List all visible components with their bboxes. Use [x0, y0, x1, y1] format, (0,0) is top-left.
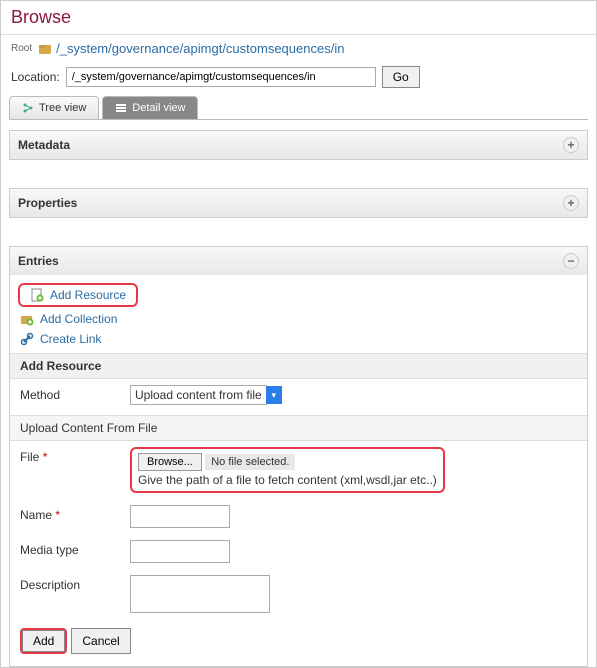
browse-button[interactable]: Browse...: [138, 453, 202, 471]
file-hint: Give the path of a file to fetch content…: [138, 473, 437, 487]
tab-detail-label: Detail view: [132, 102, 185, 114]
description-label: Description: [20, 575, 130, 592]
entries-title: Entries: [18, 254, 59, 268]
add-resource-icon: [30, 288, 44, 302]
tab-detail-view[interactable]: Detail view: [102, 96, 198, 119]
root-icon: [38, 42, 52, 56]
properties-header[interactable]: Properties +: [10, 189, 587, 217]
add-resource-label: Add Resource: [50, 288, 126, 302]
minus-icon[interactable]: −: [563, 253, 579, 269]
media-type-label: Media type: [20, 540, 130, 557]
add-resource-form-title: Add Resource: [10, 353, 587, 379]
name-label: Name *: [20, 505, 130, 522]
chevron-down-icon[interactable]: ▾: [266, 386, 282, 404]
cancel-button[interactable]: Cancel: [71, 628, 130, 654]
description-textarea[interactable]: [130, 575, 270, 613]
create-link-label: Create Link: [40, 332, 101, 346]
metadata-header[interactable]: Metadata +: [10, 131, 587, 159]
go-button[interactable]: Go: [382, 66, 420, 88]
page-title: Browse: [1, 1, 596, 35]
tree-icon: [22, 102, 34, 114]
location-input[interactable]: [66, 67, 376, 87]
tabs: Tree view Detail view: [9, 96, 588, 120]
location-row: Location: Go: [1, 62, 596, 96]
create-link-icon: [20, 332, 34, 346]
add-collection-link[interactable]: Add Collection: [10, 309, 587, 329]
file-status: No file selected.: [205, 454, 295, 470]
add-collection-icon: [20, 312, 34, 326]
add-resource-link[interactable]: Add Resource: [20, 285, 136, 305]
breadcrumb-row: Root /_system/governance/apimgt/customse…: [1, 35, 596, 62]
method-select[interactable]: Upload content from file: [130, 385, 267, 405]
plus-icon[interactable]: +: [563, 137, 579, 153]
upload-content-header: Upload Content From File: [10, 415, 587, 441]
properties-section: Properties +: [9, 188, 588, 218]
file-label: File *: [20, 447, 130, 464]
root-label: Root: [11, 43, 32, 54]
add-button[interactable]: Add: [22, 630, 65, 652]
media-type-input[interactable]: [130, 540, 230, 563]
location-label: Location:: [11, 70, 60, 84]
entries-header[interactable]: Entries −: [10, 247, 587, 275]
metadata-title: Metadata: [18, 138, 70, 152]
tab-tree-view[interactable]: Tree view: [9, 96, 99, 119]
plus-icon[interactable]: +: [563, 195, 579, 211]
method-label: Method: [20, 385, 130, 402]
add-collection-label: Add Collection: [40, 312, 117, 326]
detail-icon: [115, 102, 127, 114]
properties-title: Properties: [18, 196, 77, 210]
create-link-link[interactable]: Create Link: [10, 329, 587, 349]
breadcrumb-path[interactable]: /_system/governance/apimgt/customsequenc…: [56, 41, 344, 56]
entries-section: Entries − Add Resource Add Collec: [9, 246, 588, 667]
tab-tree-label: Tree view: [39, 102, 86, 114]
file-upload-area: Browse... No file selected. Give the pat…: [130, 447, 445, 493]
name-input[interactable]: [130, 505, 230, 528]
metadata-section: Metadata +: [9, 130, 588, 160]
